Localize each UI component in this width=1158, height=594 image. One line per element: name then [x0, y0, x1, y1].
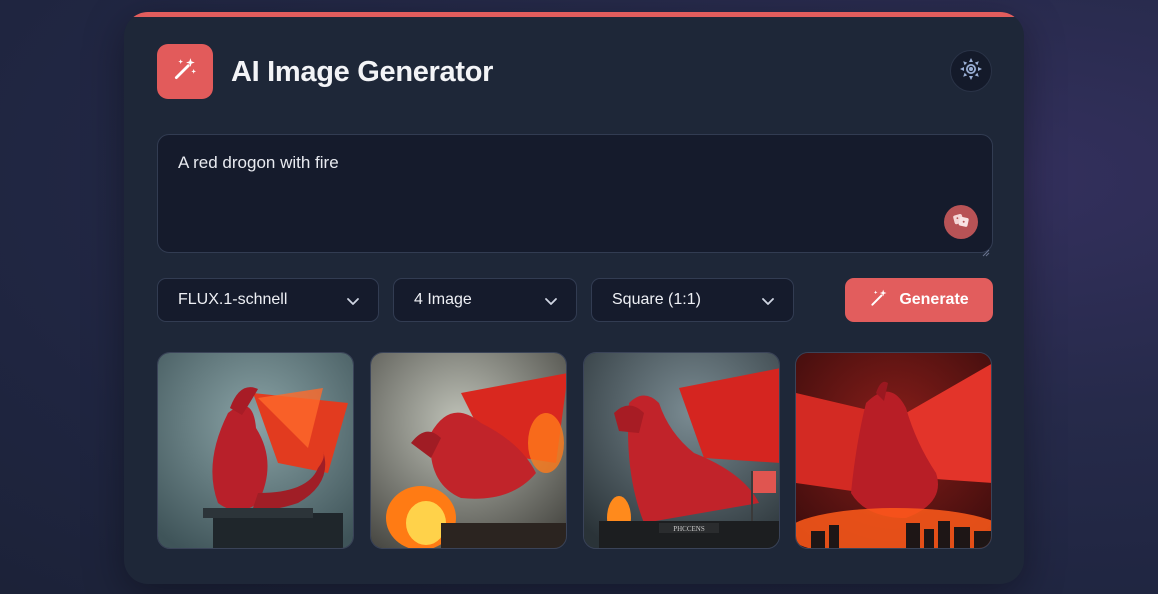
- random-prompt-button[interactable]: [944, 205, 978, 239]
- magic-wand-icon: [172, 56, 198, 87]
- generated-image-1[interactable]: [157, 352, 354, 549]
- aspect-ratio-select-value: Square (1:1): [612, 291, 701, 308]
- model-select-value: FLUX.1-schnell: [178, 291, 288, 308]
- generate-button-label: Generate: [899, 291, 969, 308]
- chevron-down-icon: [346, 294, 360, 313]
- image-count-select-value: 4 Image: [414, 291, 472, 308]
- theme-toggle-button[interactable]: [950, 50, 992, 92]
- app-logo: [157, 44, 213, 99]
- dice-icon: [952, 211, 970, 234]
- prompt-textarea[interactable]: A red drogon with fire: [157, 134, 993, 257]
- sun-icon: [959, 57, 983, 86]
- model-select[interactable]: FLUX.1-schnell: [157, 278, 379, 322]
- chevron-down-icon: [761, 294, 775, 313]
- generate-button[interactable]: Generate: [845, 278, 993, 322]
- image-count-select[interactable]: 4 Image: [393, 278, 577, 322]
- prompt-text[interactable]: A red drogon with fire: [178, 153, 972, 173]
- page-title: AI Image Generator: [231, 56, 494, 88]
- generated-image-3[interactable]: PHCCENS: [583, 352, 780, 549]
- building-sign-text: PHCCENS: [673, 525, 705, 533]
- magic-wand-icon: [869, 288, 889, 313]
- generated-image-4[interactable]: [795, 352, 992, 549]
- aspect-ratio-select[interactable]: Square (1:1): [591, 278, 794, 322]
- card-accent-bar: [124, 12, 1024, 17]
- generated-image-2[interactable]: [370, 352, 567, 549]
- generator-card: AI Image Generator A red drogon with fir…: [124, 12, 1024, 584]
- resize-grip-icon[interactable]: [982, 242, 990, 257]
- chevron-down-icon: [544, 294, 558, 313]
